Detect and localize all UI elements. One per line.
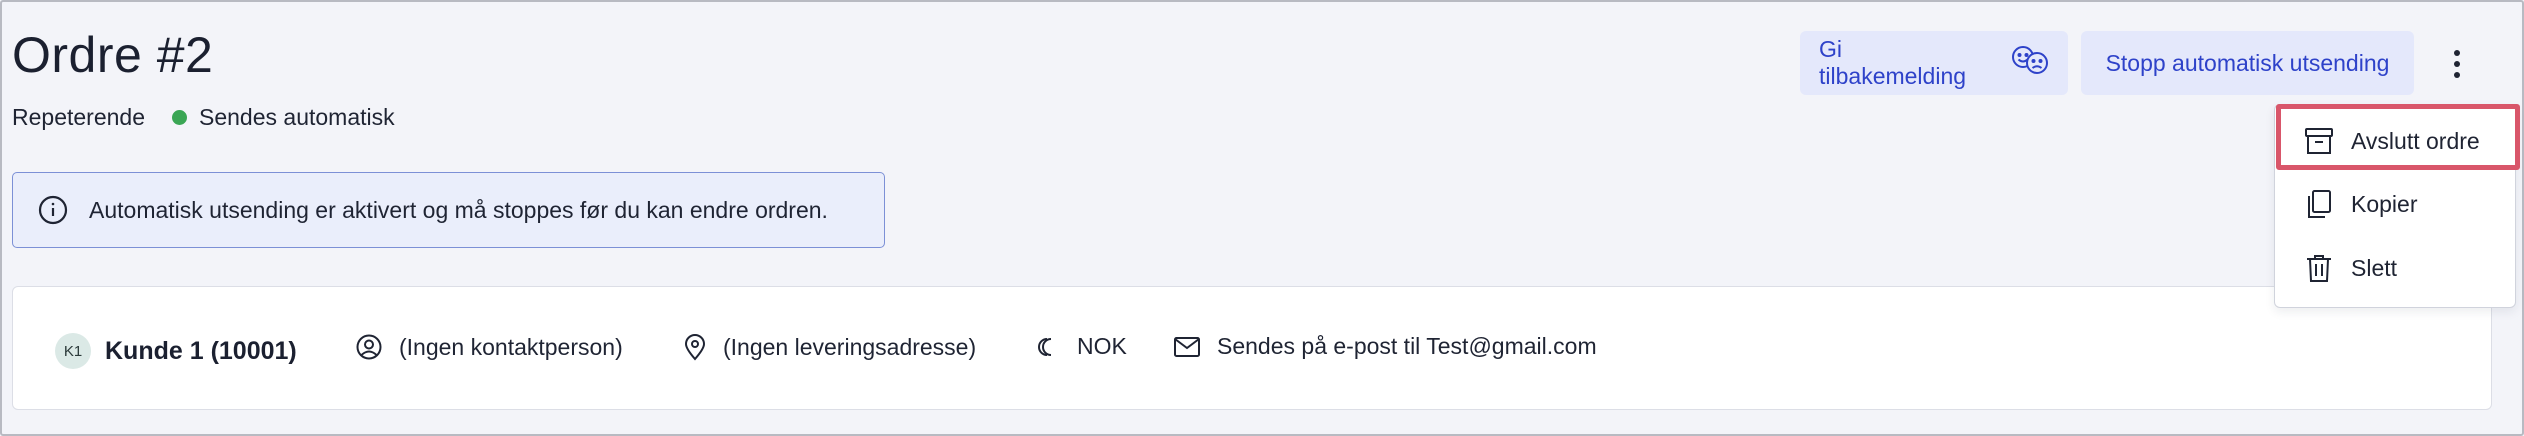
status-dot [172, 110, 187, 125]
avatar: K1 [55, 333, 91, 369]
info-icon [38, 195, 68, 225]
info-banner: Automatisk utsending er aktivert og må s… [12, 172, 885, 248]
customer-card: K1 Kunde 1 (10001) (Ingen kontaktperson)… [12, 286, 2492, 410]
menu-item-delete[interactable]: Slett [2275, 238, 2515, 298]
info-banner-text: Automatisk utsending er aktivert og må s… [89, 196, 828, 223]
order-type-label: Repeterende [12, 104, 145, 130]
customer-name-item[interactable]: K1 Kunde 1 (10001) [55, 333, 297, 369]
page-title: Ordre #2 [12, 27, 214, 83]
kebab-vertical-icon[interactable] [2442, 44, 2472, 84]
trash-icon [2303, 252, 2335, 284]
currency-text: NOK [1077, 333, 1127, 359]
status-text: Sendes automatisk [199, 104, 395, 130]
stop-auto-send-button[interactable]: Stopp automatisk utsending [2081, 31, 2414, 95]
menu-item-copy[interactable]: Kopier [2275, 174, 2515, 234]
currency-item[interactable]: NOK [1033, 333, 1127, 360]
feedback-button[interactable]: Gi tilbakemelding [1800, 31, 2068, 95]
menu-item-label: Kopier [2351, 190, 2418, 217]
copy-icon [2303, 188, 2335, 220]
feedback-label: Gi tilbakemelding [1819, 36, 1967, 89]
smiley-faces-icon [2011, 45, 2049, 81]
location-pin-icon [683, 333, 707, 361]
menu-item-label: Slett [2351, 254, 2398, 281]
delivery-method-item[interactable]: Sendes på e-post til Test@gmail.com [1173, 333, 1597, 360]
contact-person-item[interactable]: (Ingen kontaktperson) [355, 333, 623, 361]
stop-auto-send-label: Stopp automatisk utsending [2105, 49, 2390, 76]
order-meta: Repeterende Sendes automatisk [12, 104, 395, 131]
highlight-box [2276, 104, 2520, 170]
delivery-method-text: Sendes på e-post til Test@gmail.com [1217, 333, 1597, 359]
delivery-address-item[interactable]: (Ingen leveringsadresse) [683, 333, 976, 361]
contact-person-text: (Ingen kontaktperson) [399, 333, 623, 360]
coins-icon [1033, 335, 1061, 359]
mail-icon [1173, 336, 1201, 358]
user-circle-icon [355, 333, 383, 361]
delivery-address-text: (Ingen leveringsadresse) [723, 333, 977, 360]
customer-name: Kunde 1 (10001) [105, 336, 297, 365]
